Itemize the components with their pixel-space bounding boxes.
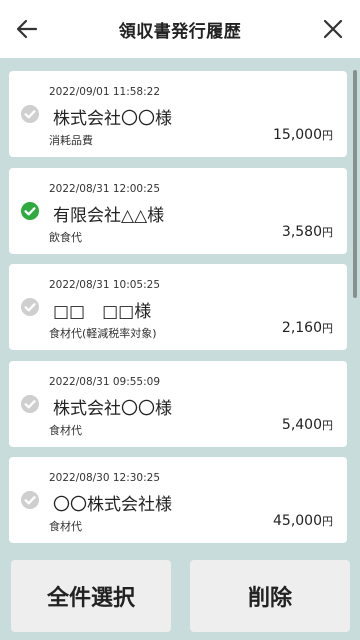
receipt-date: 2022/09/01 11:58:22: [49, 86, 161, 98]
receipt-amount: 15,000円: [273, 127, 333, 143]
receipt-category: 食材代: [49, 424, 82, 437]
receipt-list[interactable]: 2022/09/01 11:58:22 株式会社〇〇様 消耗品費 15,000円…: [0, 58, 360, 544]
receipt-recipient: 株式会社〇〇様: [53, 399, 172, 419]
receipt-recipient: 有限会社△△様: [53, 206, 165, 226]
amount-value: 3,580: [281, 224, 322, 240]
check-circle-icon[interactable]: [21, 298, 39, 316]
check-circle-icon[interactable]: [21, 491, 39, 509]
receipt-recipient: 〇〇株式会社様: [53, 495, 172, 515]
currency-unit: 円: [322, 322, 333, 335]
page-title: 領収書発行履歴: [118, 22, 242, 42]
currency-unit: 円: [322, 129, 333, 142]
close-icon: [323, 19, 343, 39]
currency-unit: 円: [322, 226, 333, 239]
amount-value: 2,160: [281, 320, 322, 336]
receipt-category: 飲食代: [49, 231, 82, 244]
receipt-recipient: 株式会社〇〇様: [53, 109, 172, 129]
receipt-card[interactable]: 2022/08/31 09:55:09 株式会社〇〇様 食材代 5,400円: [9, 361, 347, 447]
receipt-category: 食材代(軽減税率対象): [49, 327, 157, 340]
receipt-card[interactable]: 2022/08/31 12:00:25 有限会社△△様 飲食代 3,580円: [9, 168, 347, 254]
receipt-card[interactable]: 2022/08/30 12:30:25 〇〇株式会社様 食材代 45,000円: [9, 457, 347, 543]
receipt-card[interactable]: 2022/09/01 11:58:22 株式会社〇〇様 消耗品費 15,000円: [9, 71, 347, 157]
receipt-category: 食材代: [49, 520, 82, 533]
amount-value: 15,000: [273, 127, 322, 143]
receipt-amount: 2,160円: [282, 320, 333, 336]
receipt-date: 2022/08/31 12:00:25: [49, 183, 161, 195]
receipt-date: 2022/08/31 09:55:09: [49, 376, 161, 388]
check-circle-icon[interactable]: [21, 395, 39, 413]
receipt-amount: 45,000円: [273, 513, 333, 529]
currency-unit: 円: [322, 419, 333, 432]
receipt-card[interactable]: 2022/08/31 10:05:25 □□ □□様 食材代(軽減税率対象) 2…: [9, 264, 347, 350]
receipt-amount: 3,580円: [282, 224, 333, 240]
check-circle-icon[interactable]: [21, 105, 39, 123]
app-screen: 領収書発行履歴 2022/09/01 11:58:22 株式会社〇〇様 消耗品費…: [0, 0, 360, 640]
receipt-recipient: □□ □□様: [53, 302, 152, 322]
app-header: 領収書発行履歴: [0, 0, 360, 58]
check-circle-icon[interactable]: [21, 202, 39, 220]
receipt-category: 消耗品費: [49, 134, 93, 147]
close-button[interactable]: [318, 14, 348, 44]
receipt-date: 2022/08/31 10:05:25: [49, 279, 161, 291]
list-scrollbar[interactable]: [353, 70, 357, 298]
receipt-date: 2022/08/30 12:30:25: [49, 472, 161, 484]
delete-button[interactable]: 削除: [190, 560, 350, 632]
receipt-amount: 5,400円: [282, 417, 333, 433]
amount-value: 45,000: [273, 513, 322, 529]
amount-value: 5,400: [281, 417, 322, 433]
currency-unit: 円: [322, 515, 333, 528]
select-all-button[interactable]: 全件選択: [11, 560, 171, 632]
